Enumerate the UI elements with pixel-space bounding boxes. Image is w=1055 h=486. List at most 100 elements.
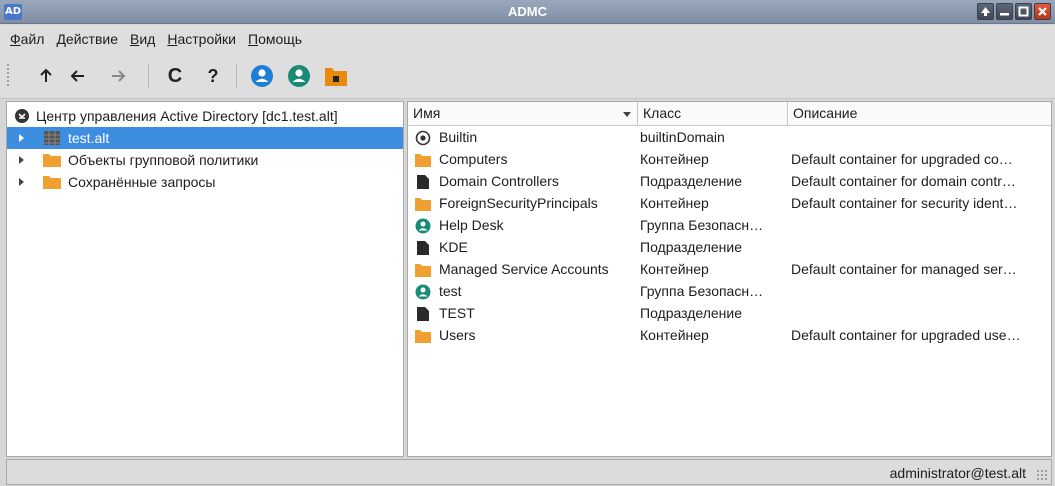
maximize-up-button[interactable] (977, 3, 994, 20)
ou-icon (414, 306, 432, 322)
status-user: administrator@test.alt (889, 465, 1026, 481)
column-header-class[interactable]: Класс (638, 102, 788, 126)
object-list: Имя Класс Описание Builtin builtinDomain C… (407, 101, 1052, 457)
menu-settings[interactable]: Настройки (167, 31, 236, 47)
tree-item-label: Сохранённые запросы (68, 174, 216, 190)
cell-description: Default container for managed ser… (791, 261, 1017, 277)
sort-descending-icon (623, 112, 631, 117)
expand-arrow-icon[interactable] (19, 134, 24, 142)
cell-name: Builtin (439, 129, 478, 145)
refresh-icon: C (167, 64, 183, 87)
cell-class: builtinDomain (640, 129, 725, 145)
column-header-class-label: Класс (643, 105, 682, 121)
cell-class: Группа Безопасн… (640, 217, 764, 233)
table-row[interactable]: Help Desk Группа Безопасн… (408, 215, 1051, 237)
cell-name: KDE (439, 239, 468, 255)
cell-class: Подразделение (640, 173, 743, 189)
cell-name: TEST (439, 305, 475, 321)
table-row[interactable]: KDE Подразделение (408, 237, 1051, 259)
ou-icon (414, 174, 432, 190)
folder-icon (414, 196, 432, 212)
ou-icon (325, 68, 347, 86)
menu-help-accel: П (248, 31, 259, 47)
toolbar-separator (236, 64, 237, 88)
menu-action[interactable]: Действие (56, 31, 118, 47)
cell-class: Подразделение (640, 239, 743, 255)
menu-action-label: ействие (65, 31, 118, 47)
create-group-button[interactable] (285, 62, 313, 90)
menu-help[interactable]: Помощь (248, 31, 302, 47)
tree-root[interactable]: Центр управления Active Directory [dc1.t… (7, 105, 403, 127)
cell-class: Контейнер (640, 195, 709, 211)
column-header-name[interactable]: Имя (408, 102, 638, 126)
menu-action-accel: Д (56, 31, 66, 47)
menu-settings-accel: Н (167, 31, 178, 47)
folder-icon (414, 328, 432, 344)
create-user-button[interactable] (248, 62, 276, 90)
cell-class: Группа Безопасн… (640, 283, 764, 299)
title-bar: AD ADMC (0, 0, 1055, 24)
builtin-icon (414, 130, 432, 146)
arrow-up-icon (981, 7, 990, 16)
toolbar: C ? (0, 53, 1055, 99)
toolbar-grip[interactable] (6, 63, 10, 87)
table-row[interactable]: ForeignSecurityPrincipals Контейнер Defaul… (408, 193, 1051, 215)
tree-item-gpo[interactable]: Объекты групповой политики (7, 149, 403, 171)
maximize-icon (1018, 6, 1029, 17)
console-tree: Центр управления Active Directory [dc1.t… (6, 101, 404, 457)
group-icon (288, 65, 310, 87)
folder-icon (43, 176, 61, 189)
refresh-button[interactable]: C (161, 62, 189, 90)
cell-description: Default container for upgraded use… (791, 327, 1021, 343)
cell-class: Контейнер (640, 327, 709, 343)
tree-item-label: test.alt (68, 130, 110, 146)
minimize-icon (1000, 13, 1009, 16)
cell-class: Контейнер (640, 261, 709, 277)
table-row[interactable]: TEST Подразделение (408, 303, 1051, 325)
table-row[interactable]: Domain Controllers Подразделение Default c… (408, 171, 1051, 193)
table-row[interactable]: Computers Контейнер Default container for … (408, 149, 1051, 171)
menu-help-label: омощь (258, 31, 303, 47)
tree-item-label: Объекты групповой политики (68, 152, 259, 168)
cell-name: Help Desk (439, 217, 504, 233)
expand-arrow-icon[interactable] (19, 178, 24, 186)
menu-view-label: ид (139, 31, 156, 47)
cell-name: ForeignSecurityPrincipals (439, 195, 598, 211)
tree-item-domain[interactable]: test.alt (7, 127, 403, 149)
cell-name: Users (439, 327, 476, 343)
menu-file[interactable]: Файл (10, 31, 44, 47)
menu-file-label: айл (20, 31, 45, 47)
ou-icon (414, 240, 432, 256)
back-button[interactable] (64, 62, 92, 90)
close-button[interactable] (1034, 3, 1051, 20)
tree-item-saved-queries[interactable]: Сохранённые запросы (7, 171, 403, 193)
up-button[interactable] (32, 62, 60, 90)
menu-bar: Файл Действие Вид Настройки Помощь (0, 25, 1055, 53)
resize-grip[interactable] (1036, 469, 1048, 481)
forward-button[interactable] (104, 62, 132, 90)
arrow-up-icon (40, 68, 52, 82)
column-header-description-label: Описание (793, 105, 858, 121)
expand-arrow-icon[interactable] (19, 156, 24, 164)
cell-description: Default container for security ident… (791, 195, 1018, 211)
table-row[interactable]: Managed Service Accounts Контейнер Default… (408, 259, 1051, 281)
domain-icon (44, 131, 60, 145)
cell-class: Подразделение (640, 305, 743, 321)
help-button[interactable]: ? (199, 62, 227, 90)
table-row[interactable]: Users Контейнер Default container for upgr… (408, 325, 1051, 347)
console-root-icon (15, 109, 29, 123)
cell-name: Managed Service Accounts (439, 261, 609, 277)
menu-view[interactable]: Вид (130, 31, 155, 47)
toolbar-separator (148, 64, 149, 88)
table-row[interactable]: test Группа Безопасн… (408, 281, 1051, 303)
cell-description: Default container for upgraded co… (791, 151, 1013, 167)
column-header-description[interactable]: Описание (788, 102, 1051, 126)
cell-name: Domain Controllers (439, 173, 559, 189)
maximize-button[interactable] (1015, 3, 1032, 20)
window-title: ADMC (508, 4, 547, 19)
close-icon (1038, 7, 1047, 16)
folder-icon (43, 154, 61, 167)
table-row[interactable]: Builtin builtinDomain (408, 127, 1051, 149)
minimize-button[interactable] (996, 3, 1013, 20)
create-ou-button[interactable] (322, 62, 350, 90)
